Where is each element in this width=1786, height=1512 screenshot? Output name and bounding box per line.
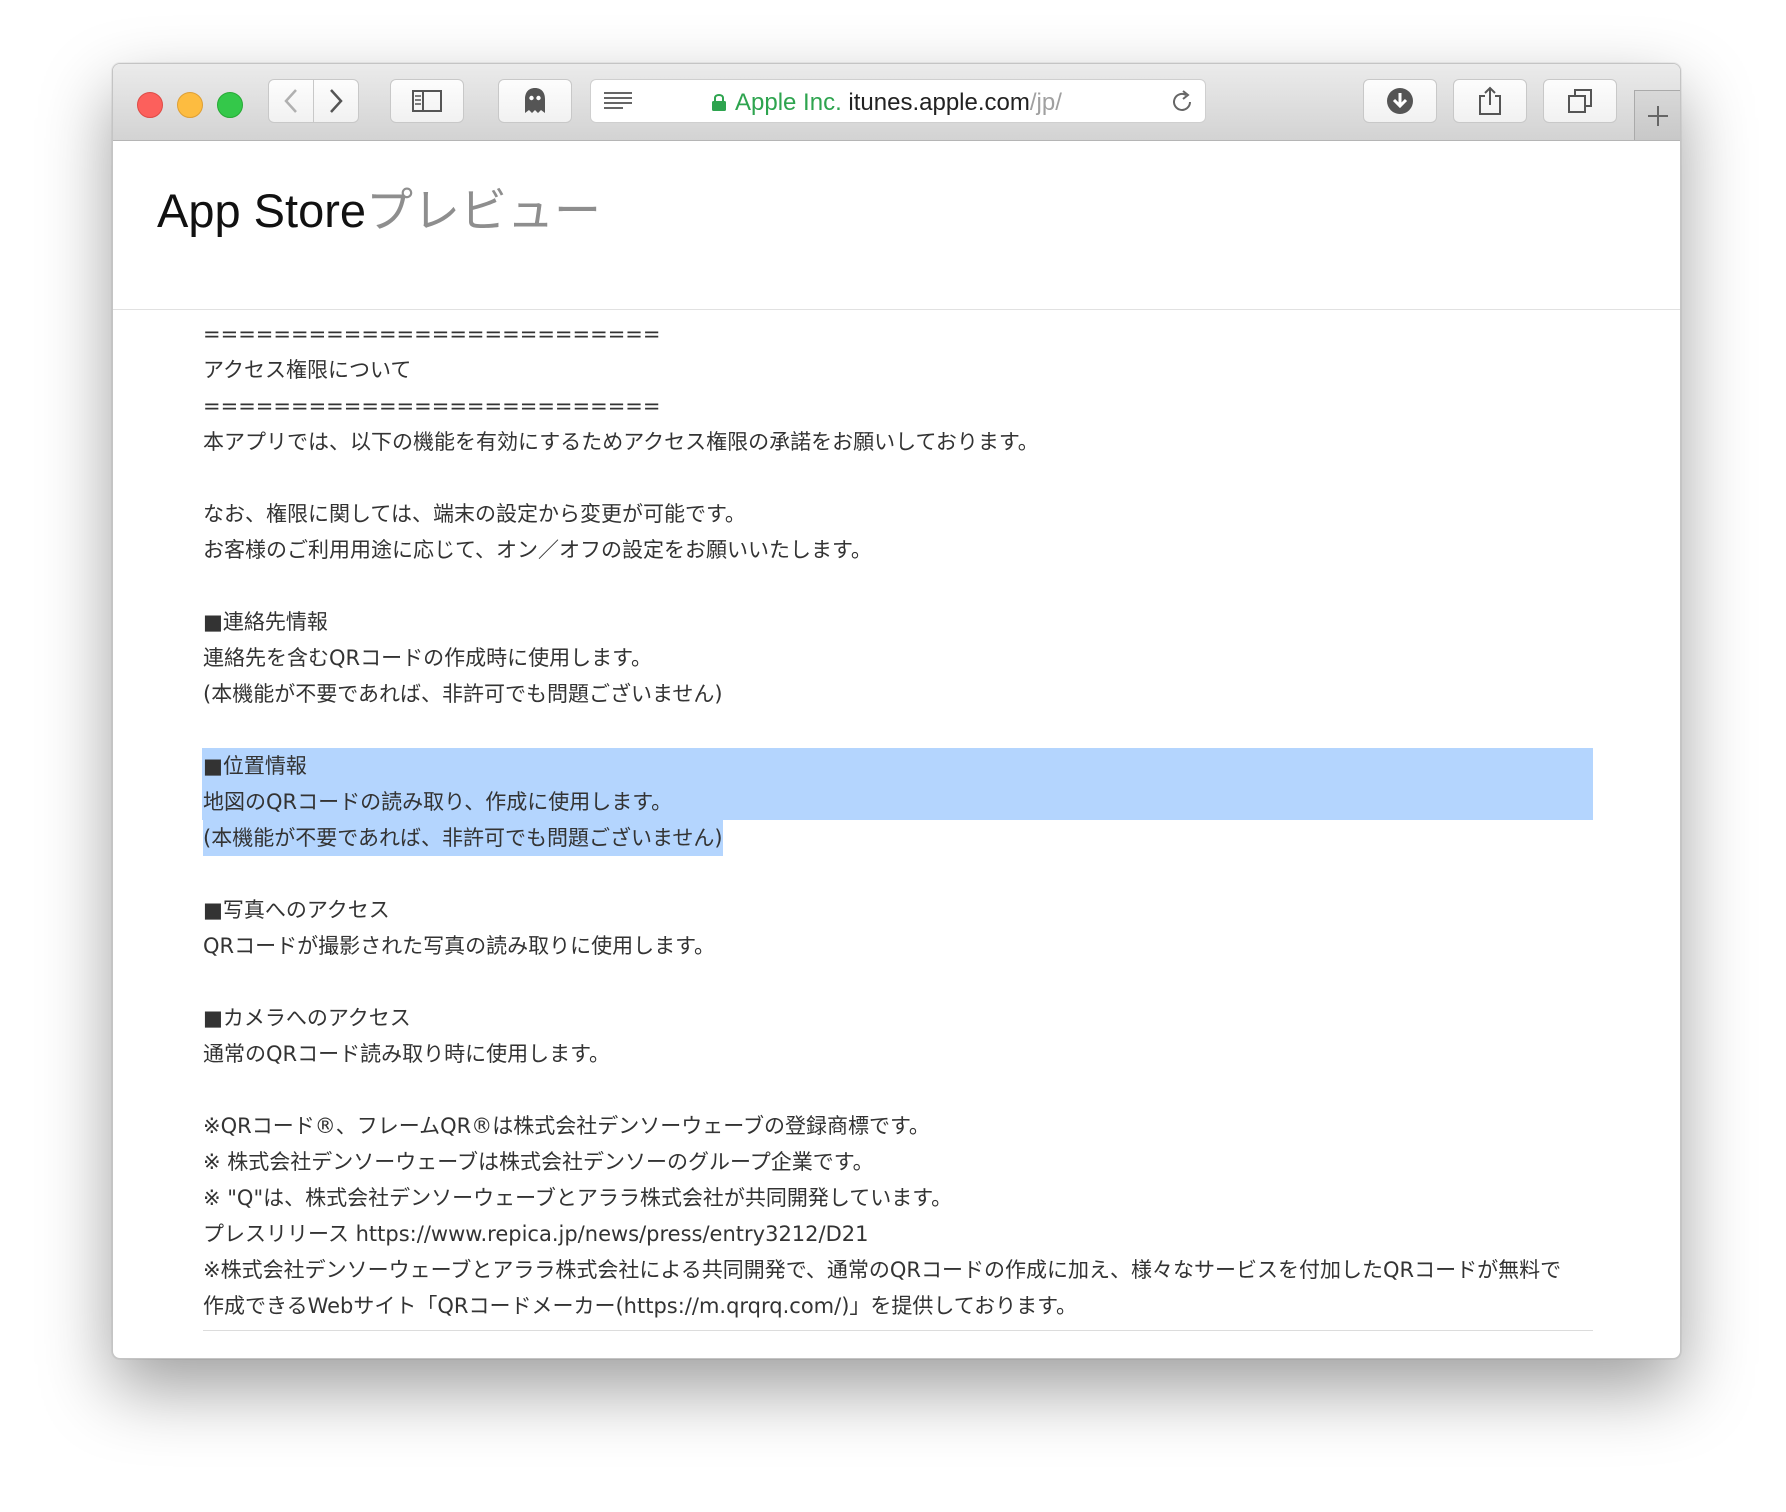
address-bar[interactable]: Apple Inc. itunes.apple.com/jp/ — [590, 79, 1206, 123]
browser-window: Apple Inc. itunes.apple.com/jp/ App Stor… — [112, 63, 1681, 1359]
reload-icon[interactable] — [1169, 89, 1195, 115]
section-heading-photos: ■写真へのアクセス — [203, 898, 390, 922]
trademark-note: ※QRコード®、フレームQR®は株式会社デンソーウェーブの登録商標です。 — [203, 1114, 930, 1138]
description-line: お客様のご利用用途に応じて、オン／オフの設定をお願いいたします。 — [203, 538, 872, 562]
trademark-note: ※ 株式会社デンソーウェーブは株式会社デンソーのグループ企業です。 — [203, 1150, 874, 1174]
minimize-window-button[interactable] — [177, 92, 203, 118]
sidebar-button[interactable] — [390, 79, 464, 123]
description-line: QRコードが撮影された写真の読み取りに使用します。 — [203, 934, 716, 958]
new-tab-button[interactable] — [1634, 90, 1680, 140]
zoom-window-button[interactable] — [217, 92, 243, 118]
url-host: itunes.apple.com — [848, 89, 1030, 116]
section-heading-camera: ■カメラへのアクセス — [203, 1006, 411, 1030]
certificate-org: Apple Inc. — [735, 89, 842, 116]
downloads-button[interactable] — [1363, 79, 1437, 123]
chevron-right-icon — [330, 89, 343, 113]
download-icon — [1387, 88, 1413, 114]
description-line: 通常のQRコード読み取り時に使用します。 — [203, 1042, 611, 1066]
page-subtitle: プレビュー — [366, 184, 602, 237]
section-heading-contacts: ■連絡先情報 — [203, 610, 328, 634]
show-tabs-button[interactable] — [1543, 79, 1617, 123]
description-line: 作成できるWebサイト「QRコードメーカー(https://m.qrqrq.co… — [203, 1294, 1078, 1318]
url-text: Apple Inc. itunes.apple.com/jp/ — [711, 89, 1062, 117]
description-line: ※株式会社デンソーウェーブとアララ株式会社による共同開発で、通常のQRコードの作… — [203, 1258, 1562, 1282]
section-divider — [203, 1330, 1593, 1331]
description-line: ========================== — [203, 394, 661, 418]
selected-line: 地図のQRコードの読み取り、作成に使用します。 — [202, 784, 1593, 820]
section-heading-location: ■位置情報 — [202, 748, 1593, 784]
description-line: ========================== — [203, 322, 661, 346]
selected-line: (本機能が不要であれば、非許可でも問題ございません) — [203, 820, 1593, 856]
reader-icon[interactable] — [603, 90, 633, 112]
share-icon — [1479, 86, 1501, 115]
description-line: 連絡先を含むQRコードの作成時に使用します。 — [203, 646, 653, 670]
forward-button[interactable] — [313, 79, 359, 123]
chevron-left-icon — [284, 89, 297, 113]
back-button[interactable] — [268, 79, 314, 123]
close-window-button[interactable] — [137, 92, 163, 118]
selected-text: (本機能が不要であれば、非許可でも問題ございません) — [203, 820, 723, 856]
share-button[interactable] — [1453, 79, 1527, 123]
lock-icon — [712, 93, 726, 111]
ghost-icon — [525, 88, 545, 113]
description-line: 本アプリでは、以下の機能を有効にするためアクセス権限の承諾をお願いしております。 — [203, 430, 1039, 454]
sidebar-icon — [412, 90, 442, 112]
browser-toolbar: Apple Inc. itunes.apple.com/jp/ — [113, 64, 1680, 141]
description-line: アクセス権限について — [203, 358, 412, 382]
page-title: App Storeプレビュー — [157, 184, 602, 237]
ghostery-button[interactable] — [498, 79, 572, 123]
description-line: なお、権限に関しては、端末の設定から変更が可能です。 — [203, 502, 746, 526]
description-line: (本機能が不要であれば、非許可でも問題ございません) — [203, 682, 723, 706]
app-description: ========================== アクセス権限について ==… — [202, 316, 1593, 1324]
tabs-icon — [1568, 89, 1592, 113]
trademark-note: ※ "Q"は、株式会社デンソーウェーブとアララ株式会社が共同開発しています。 — [203, 1186, 953, 1210]
press-release-link: プレスリリース https://www.repica.jp/news/press… — [203, 1222, 869, 1246]
plus-icon — [1647, 105, 1668, 126]
url-path: /jp/ — [1029, 89, 1062, 116]
